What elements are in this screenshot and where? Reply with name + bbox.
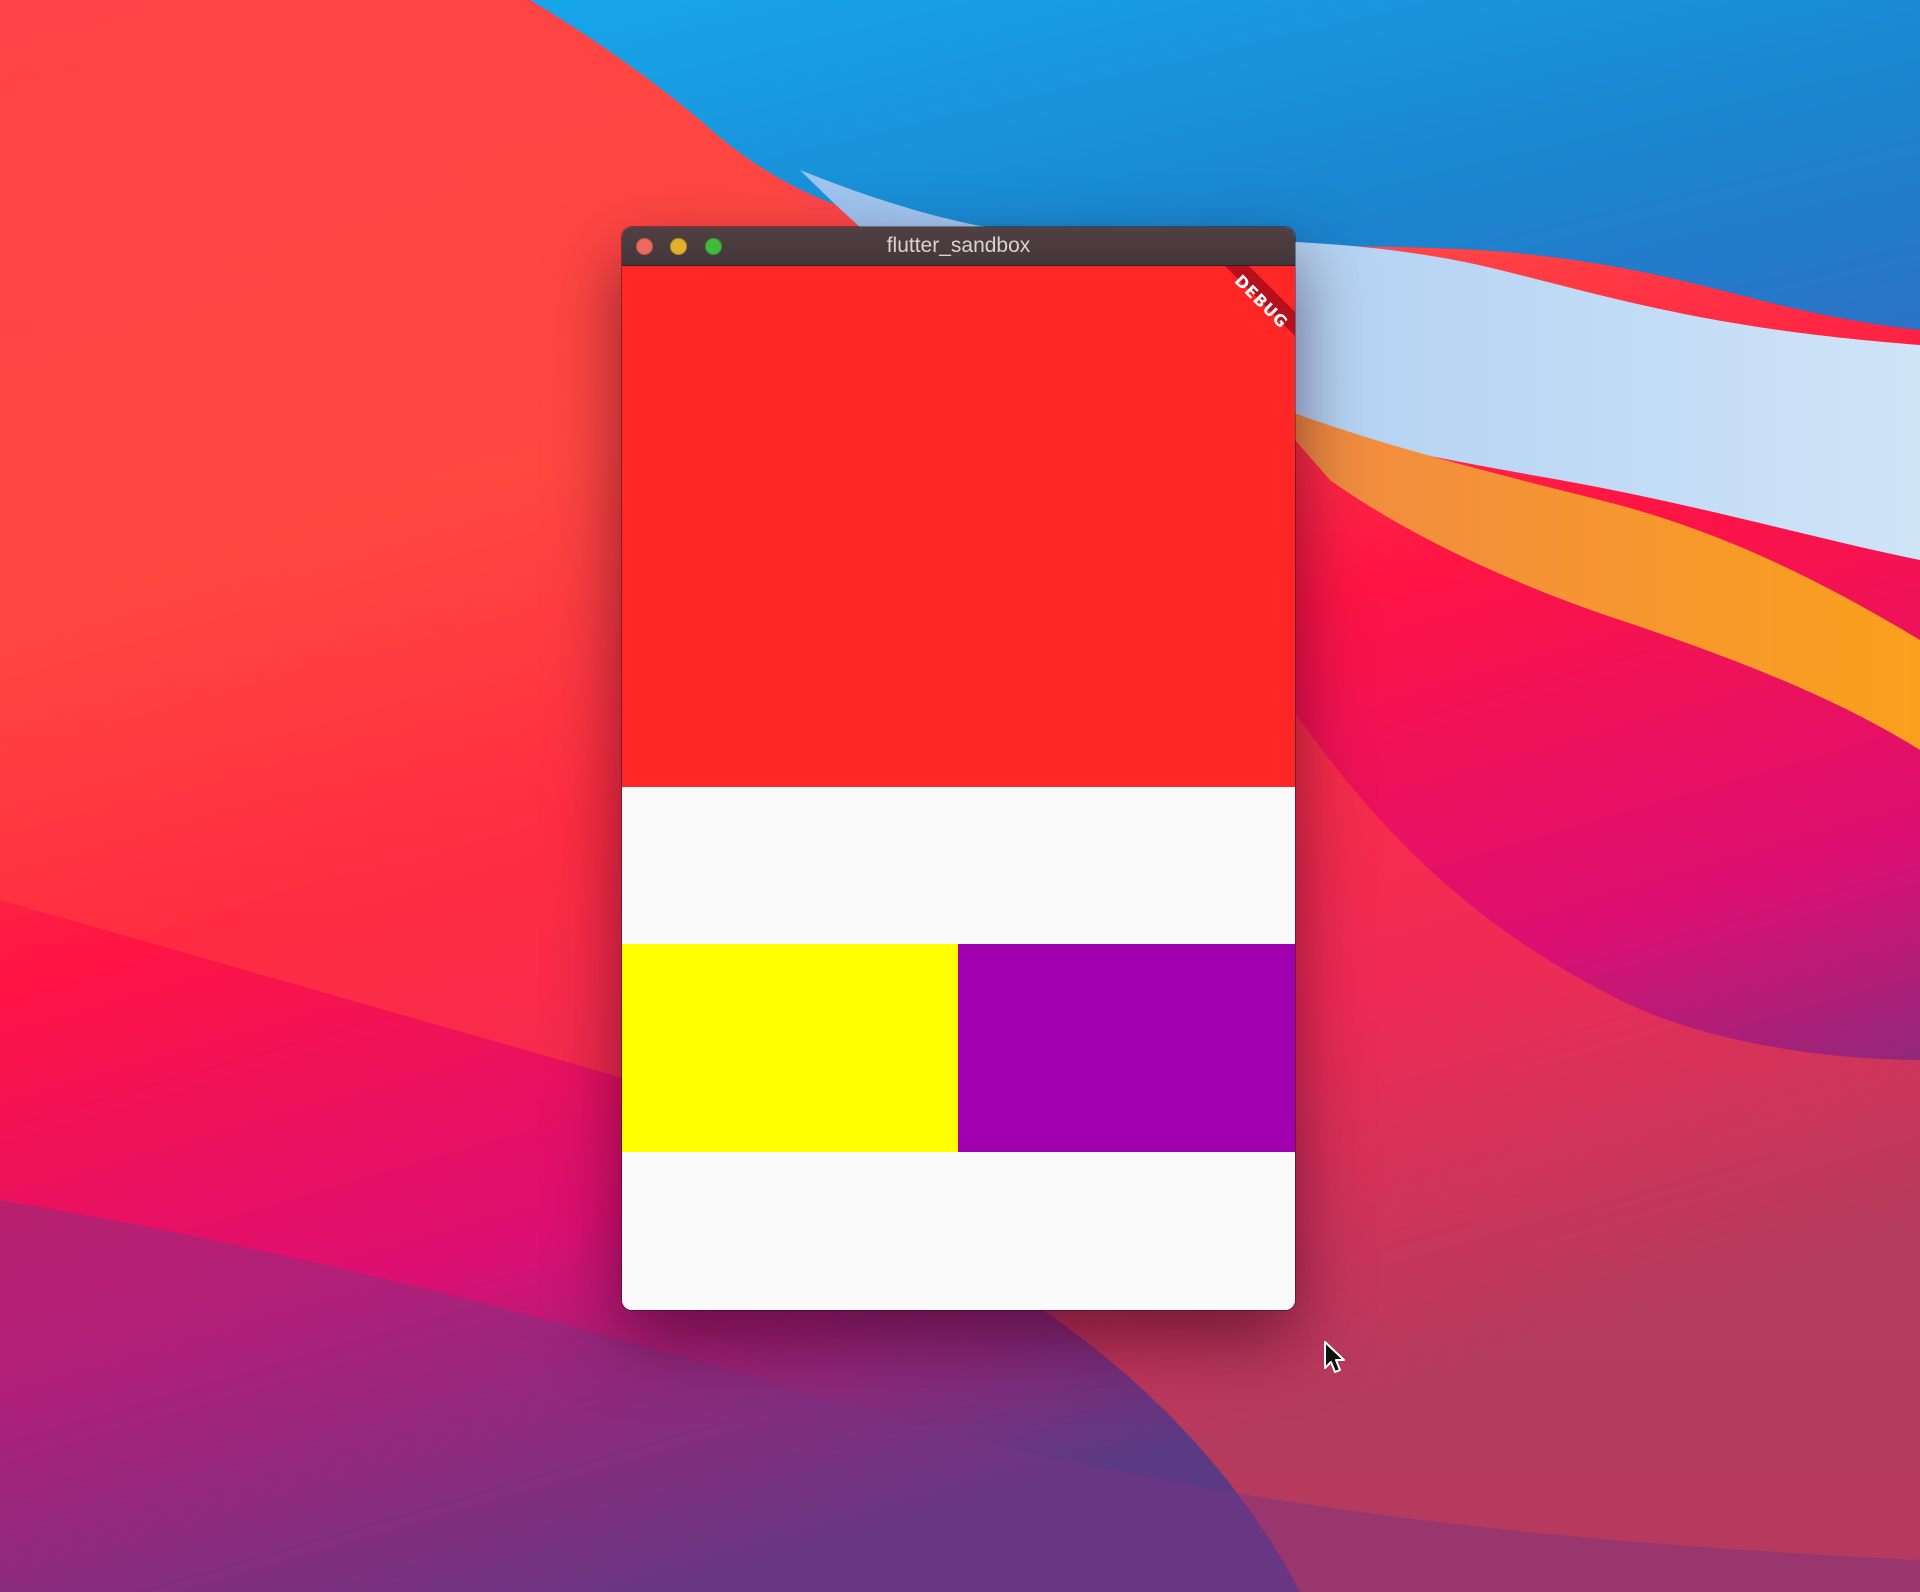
bottom-right-purple-block (958, 944, 1295, 1152)
app-content: DEBUG (622, 266, 1295, 1310)
bottom-left-yellow-block (622, 944, 958, 1152)
app-window: flutter_sandbox DEBUG (622, 227, 1295, 1310)
window-title: flutter_sandbox (886, 234, 1031, 257)
window-titlebar[interactable]: flutter_sandbox (622, 227, 1295, 266)
mouse-pointer-icon (1324, 1341, 1345, 1373)
desktop: flutter_sandbox DEBUG (0, 0, 1920, 1592)
